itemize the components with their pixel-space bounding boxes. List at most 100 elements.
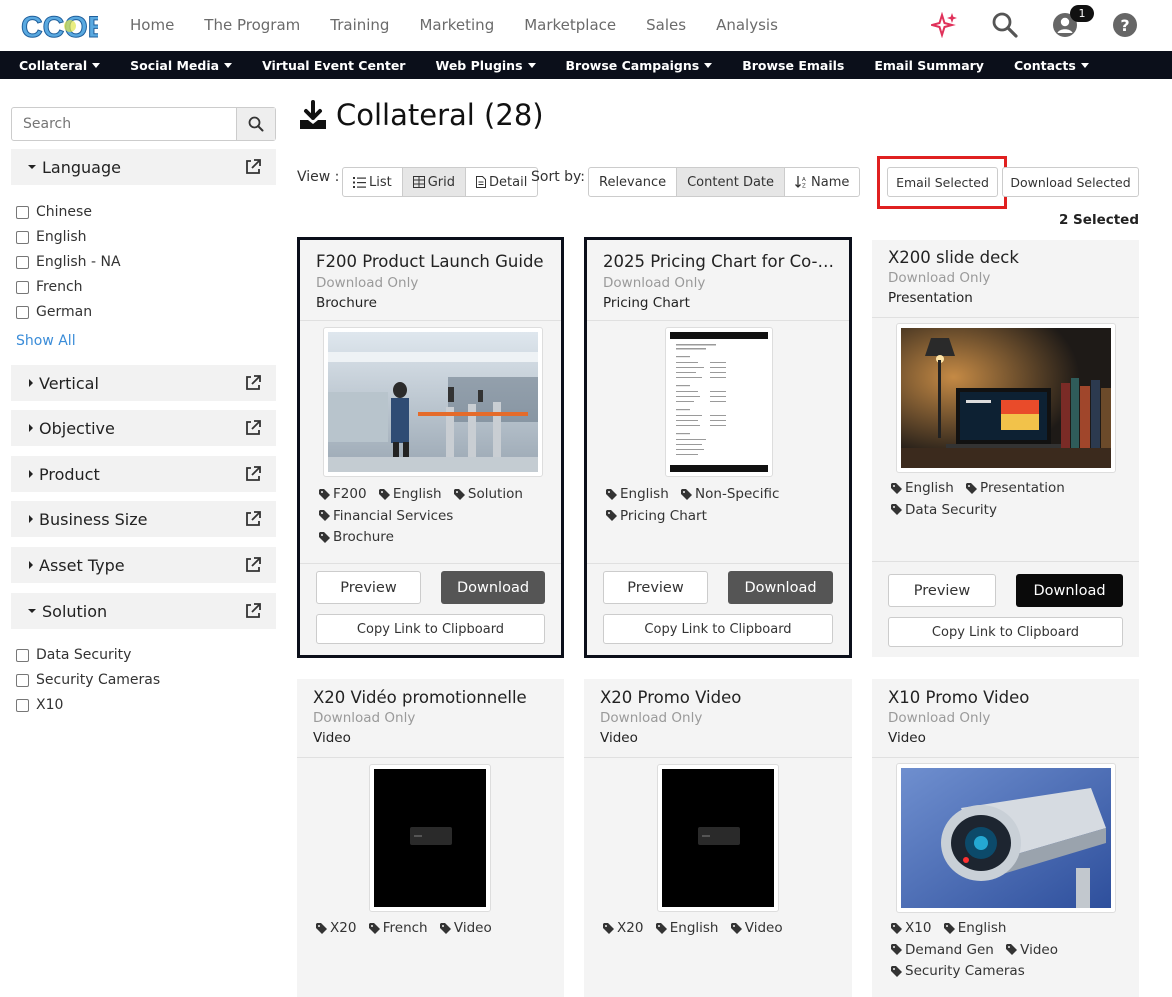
copy-link-button[interactable]: Copy Link to Clipboard (888, 617, 1123, 647)
asset-card[interactable]: F200 Product Launch Guide Download Only … (297, 237, 564, 658)
subnav-contacts[interactable]: Contacts (1014, 58, 1089, 73)
tag[interactable]: X20 (316, 918, 356, 938)
preview-button[interactable]: Preview (603, 571, 708, 604)
external-link-icon[interactable] (244, 510, 262, 528)
nav-analysis[interactable]: Analysis (716, 16, 778, 34)
sparkle-icon[interactable] (931, 12, 959, 38)
checkbox[interactable] (16, 648, 29, 662)
filter-option[interactable]: Data Security (16, 647, 131, 663)
copy-link-button[interactable]: Copy Link to Clipboard (316, 614, 545, 644)
external-link-icon[interactable] (244, 419, 262, 437)
subnav-browse-emails[interactable]: Browse Emails (742, 58, 844, 73)
tag[interactable]: Non-Specific (681, 484, 779, 504)
subnav-virtual-event-center[interactable]: Virtual Event Center (262, 58, 405, 73)
asset-card[interactable]: X200 slide deck Download Only Presentati… (872, 240, 1139, 657)
facet-solution[interactable]: Solution (11, 593, 276, 629)
tag[interactable]: Security Cameras (891, 961, 1025, 981)
asset-thumbnail[interactable] (323, 327, 543, 477)
email-selected-button[interactable]: Email Selected (887, 167, 998, 197)
filter-option[interactable]: X10 (16, 697, 63, 713)
asset-thumbnail[interactable] (665, 327, 773, 477)
tag[interactable]: Data Security (891, 500, 997, 520)
facet-asset-type[interactable]: Asset Type (11, 547, 276, 583)
tag[interactable]: French (368, 918, 428, 938)
filter-option[interactable]: Chinese (16, 204, 92, 220)
facet-business-size[interactable]: Business Size (11, 501, 276, 537)
external-link-icon[interactable] (244, 374, 262, 392)
tag[interactable]: Video (730, 918, 783, 938)
tag[interactable]: English (943, 918, 1006, 938)
asset-thumbnail[interactable] (369, 764, 491, 912)
view-grid-button[interactable]: Grid (402, 168, 467, 196)
copy-link-button[interactable]: Copy Link to Clipboard (603, 614, 833, 644)
download-button[interactable]: Download (441, 571, 545, 604)
subnav-browse-campaigns[interactable]: Browse Campaigns (566, 58, 713, 73)
sort-relevance-button[interactable]: Relevance (589, 168, 678, 196)
nav-home[interactable]: Home (130, 16, 174, 34)
tag[interactable]: Solution (453, 484, 523, 504)
sort-content-date-button[interactable]: Content Date (677, 168, 786, 196)
tag[interactable]: Pricing Chart (606, 506, 707, 526)
subnav-collateral[interactable]: Collateral (19, 58, 101, 73)
checkbox[interactable] (16, 305, 29, 319)
preview-button[interactable]: Preview (316, 571, 421, 604)
download-selected-button[interactable]: Download Selected (1002, 167, 1139, 197)
tag[interactable]: English (378, 484, 442, 504)
checkbox[interactable] (16, 205, 29, 219)
external-link-icon[interactable] (244, 158, 262, 176)
nav-marketplace[interactable]: Marketplace (524, 16, 616, 34)
tag[interactable]: English (655, 918, 718, 938)
nav-sales[interactable]: Sales (646, 16, 686, 34)
preview-button[interactable]: Preview (888, 574, 996, 607)
checkbox[interactable] (16, 255, 29, 269)
asset-card[interactable]: X20 Promo Video Download Only Video X20 … (584, 679, 852, 997)
nav-the-program[interactable]: The Program (204, 16, 300, 34)
tag[interactable]: English (606, 484, 669, 504)
checkbox[interactable] (16, 230, 29, 244)
tag[interactable]: Presentation (966, 478, 1065, 498)
asset-thumbnail[interactable] (896, 323, 1116, 473)
subnav-email-summary[interactable]: Email Summary (874, 58, 984, 73)
facet-product[interactable]: Product (11, 456, 276, 492)
tag[interactable]: F200 (319, 484, 367, 504)
search-icon[interactable] (991, 11, 1019, 39)
filter-option[interactable]: French (16, 279, 83, 295)
search-button[interactable] (236, 108, 275, 140)
filter-option[interactable]: English - NA (16, 254, 121, 270)
view-list-button[interactable]: List (343, 168, 403, 196)
asset-card[interactable]: X20 Vidéo promotionnelle Download Only V… (297, 679, 564, 997)
asset-thumbnail[interactable] (657, 764, 779, 912)
tag[interactable]: Demand Gen (891, 940, 994, 960)
asset-card[interactable]: 2025 Pricing Chart for Co-S… Download On… (584, 237, 852, 658)
brand-logo[interactable]: CCOE (20, 8, 99, 45)
tag[interactable]: Video (1006, 940, 1058, 960)
subnav-web-plugins[interactable]: Web Plugins (435, 58, 536, 73)
facet-objective[interactable]: Objective (11, 410, 276, 446)
view-detail-button[interactable]: Detail (466, 168, 537, 196)
help-icon[interactable]: ? (1112, 12, 1138, 38)
tag[interactable]: English (891, 478, 954, 498)
tag[interactable]: X10 (891, 918, 931, 938)
filter-option[interactable]: Security Cameras (16, 672, 160, 688)
checkbox[interactable] (16, 673, 29, 687)
filter-option[interactable]: English (16, 229, 87, 245)
search-input[interactable] (12, 108, 236, 140)
show-all-link[interactable]: Show All (16, 333, 76, 349)
nav-marketing[interactable]: Marketing (419, 16, 494, 34)
filter-option[interactable]: German (16, 304, 92, 320)
sort-name-button[interactable]: AZ Name (785, 168, 859, 196)
subnav-social-media[interactable]: Social Media (130, 58, 233, 73)
asset-card[interactable]: X10 Promo Video Download Only Video X10 … (872, 679, 1139, 997)
asset-thumbnail[interactable] (896, 763, 1116, 913)
checkbox[interactable] (16, 698, 29, 712)
download-button[interactable]: Download (1016, 574, 1123, 607)
tag[interactable]: X20 (603, 918, 643, 938)
nav-training[interactable]: Training (330, 16, 389, 34)
external-link-icon[interactable] (244, 556, 262, 574)
tag[interactable]: Financial Services (319, 506, 453, 526)
external-link-icon[interactable] (244, 602, 262, 620)
tag[interactable]: Video (439, 918, 492, 938)
tag[interactable]: Brochure (319, 527, 394, 547)
external-link-icon[interactable] (244, 465, 262, 483)
checkbox[interactable] (16, 280, 29, 294)
